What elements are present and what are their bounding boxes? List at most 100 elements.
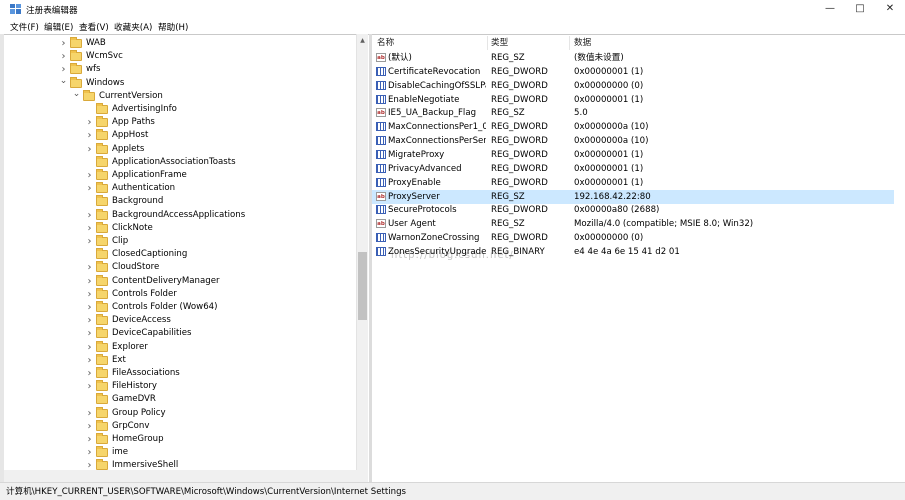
tree-item[interactable]: GameDVR (4, 393, 356, 406)
value-row[interactable]: DisableCachingOfSSLPa... REG_DWORD 0x00000… (372, 79, 894, 93)
tree-item[interactable]: › Controls Folder (Wow64) (4, 301, 356, 314)
registry-app-icon (10, 4, 21, 14)
chevron-right-icon[interactable]: › (85, 446, 94, 459)
tree-scroll-thumb[interactable] (358, 252, 367, 320)
close-button[interactable]: ✕ (875, 0, 905, 19)
tree-item[interactable]: ClosedCaptioning (4, 248, 356, 261)
chevron-right-icon[interactable]: › (85, 354, 94, 367)
chevron-right-icon[interactable]: › (85, 275, 94, 288)
value-row[interactable]: PrivacyAdvanced REG_DWORD 0x00000001 (1) (372, 162, 894, 176)
tree-item[interactable]: › FileAssociations (4, 367, 356, 380)
chevron-right-icon[interactable]: › (59, 63, 68, 76)
tree-item[interactable]: Background (4, 195, 356, 208)
tree-item[interactable]: › AppHost (4, 129, 356, 142)
chevron-right-icon[interactable]: › (59, 37, 68, 50)
column-header-data[interactable]: 数据 (574, 36, 591, 50)
chevron-right-icon[interactable]: › (85, 407, 94, 420)
menu-favorites[interactable]: 收藏夹(A) (114, 21, 152, 33)
tree-item[interactable]: › ContentDeliveryManager (4, 274, 356, 288)
tree-item[interactable]: › Clip (4, 235, 356, 248)
menu-file[interactable]: 文件(F) (10, 21, 39, 33)
menu-view[interactable]: 查看(V) (79, 21, 109, 33)
value-row[interactable]: EnableNegotiate REG_DWORD 0x00000001 (1) (372, 93, 894, 107)
value-row[interactable]: ab ProxyServer REG_SZ 192.168.42.22:80 (372, 189, 894, 204)
tree-item[interactable]: › Group Policy (4, 406, 356, 420)
chevron-right-icon[interactable]: › (85, 367, 94, 380)
status-bar: 计算机\HKEY_CURRENT_USER\SOFTWARE\Microsoft… (0, 482, 905, 500)
registry-values-list[interactable]: 名称 类型 数据 http://blog.csdn.net/ ab (默认) REG… (372, 34, 905, 483)
value-row[interactable]: ab User Agent REG_SZ Mozilla/4.0 (compatibl… (372, 217, 894, 231)
value-row[interactable]: WarnonZoneCrossing REG_DWORD 0x00000000 (0… (372, 231, 894, 245)
tree-item[interactable]: › App Paths (4, 116, 356, 129)
tree-item[interactable]: › DeviceCapabilities (4, 327, 356, 340)
tree-item[interactable]: › ime (4, 446, 356, 459)
menu-help[interactable]: 帮助(H) (158, 21, 188, 33)
value-row[interactable]: MaxConnectionsPer1_0... REG_DWORD 0x000000… (372, 120, 894, 134)
column-divider[interactable] (487, 36, 488, 50)
column-header-name[interactable]: 名称 (377, 36, 394, 50)
tree-item[interactable]: › WcmSvc (4, 50, 356, 63)
chevron-right-icon[interactable]: › (85, 169, 94, 182)
tree-item[interactable]: › WAB (4, 37, 356, 50)
chevron-right-icon[interactable]: › (85, 143, 94, 156)
value-row[interactable]: ab IE5_UA_Backup_Flag REG_SZ 5.0 (372, 106, 894, 120)
value-row[interactable]: ProxyEnable REG_DWORD 0x00000001 (1) (372, 176, 894, 190)
tree-item[interactable]: › Ext (4, 353, 356, 367)
value-row[interactable]: ab (默认) REG_SZ (数值未设置) (372, 51, 894, 65)
chevron-down-icon[interactable]: ⌄ (59, 76, 68, 90)
tree-item[interactable]: › GrpConv (4, 419, 356, 433)
tree-item[interactable]: › wfs (4, 63, 356, 76)
tree-item[interactable]: ApplicationAssociationToasts (4, 155, 356, 169)
chevron-right-icon[interactable]: › (85, 209, 94, 222)
chevron-right-icon[interactable]: › (85, 235, 94, 248)
tree-item[interactable]: ⌄ Windows (4, 76, 356, 90)
binary-value-icon (376, 163, 386, 173)
chevron-right-icon[interactable]: › (85, 341, 94, 354)
tree-item[interactable]: › Explorer (4, 340, 356, 354)
tree-item[interactable]: › ApplicationFrame (4, 169, 356, 182)
window-title: 注册表编辑器 (26, 6, 78, 16)
tree-item[interactable]: ⌄ CurrentVersion (4, 89, 356, 103)
folder-icon (96, 248, 108, 260)
tree-item[interactable]: AdvertisingInfo (4, 103, 356, 116)
minimize-button[interactable]: — (815, 0, 845, 19)
chevron-right-icon[interactable]: › (85, 261, 94, 274)
chevron-right-icon[interactable]: › (85, 129, 94, 142)
value-row[interactable]: ZonesSecurityUpgrade REG_BINARY e4 4e 4a 6… (372, 245, 894, 259)
tree-item[interactable]: › ClickNote (4, 221, 356, 235)
chevron-right-icon[interactable]: › (85, 327, 94, 340)
value-row[interactable]: CertificateRevocation REG_DWORD 0x00000001… (372, 65, 894, 79)
tree-item[interactable]: › FileHistory (4, 380, 356, 393)
value-row[interactable]: MigrateProxy REG_DWORD 0x00000001 (1) (372, 148, 894, 162)
chevron-right-icon[interactable]: › (85, 433, 94, 446)
maximize-button[interactable]: □ (845, 0, 875, 19)
chevron-right-icon[interactable]: › (85, 420, 94, 433)
scroll-up-icon[interactable]: ▲ (357, 36, 368, 46)
value-type: REG_SZ (491, 191, 525, 202)
value-type: REG_DWORD (491, 80, 548, 91)
tree-vertical-scrollbar[interactable]: ▲ ▼ (356, 34, 368, 482)
tree-item[interactable]: › DeviceAccess (4, 314, 356, 327)
tree-item[interactable]: › Authentication (4, 182, 356, 195)
tree-item[interactable]: › HomeGroup (4, 433, 356, 446)
tree-item[interactable]: › CloudStore (4, 261, 356, 274)
registry-key-tree[interactable]: › WAB › WcmSvc › wfs ⌄ Windows ⌄ CurrentVersion Ad… (4, 34, 370, 483)
chevron-right-icon[interactable]: › (59, 50, 68, 63)
chevron-right-icon[interactable]: › (85, 222, 94, 235)
column-header-type[interactable]: 类型 (491, 36, 508, 50)
value-row[interactable]: MaxConnectionsPerSer... REG_DWORD 0x000000… (372, 134, 894, 148)
tree-item[interactable]: › Applets (4, 142, 356, 156)
tree-item[interactable]: › Controls Folder (4, 287, 356, 301)
chevron-right-icon[interactable]: › (85, 182, 94, 195)
chevron-right-icon[interactable]: › (85, 116, 94, 129)
chevron-right-icon[interactable]: › (85, 301, 94, 314)
chevron-right-icon[interactable]: › (85, 380, 94, 393)
chevron-right-icon[interactable]: › (85, 288, 94, 301)
tree-horizontal-scroll-area[interactable] (4, 470, 368, 482)
menu-edit[interactable]: 编辑(E) (44, 21, 73, 33)
column-divider[interactable] (569, 36, 570, 50)
chevron-down-icon[interactable]: ⌄ (72, 89, 81, 103)
chevron-right-icon[interactable]: › (85, 314, 94, 327)
tree-item[interactable]: › BackgroundAccessApplications (4, 208, 356, 222)
value-row[interactable]: SecureProtocols REG_DWORD 0x00000a80 (2688… (372, 203, 894, 217)
